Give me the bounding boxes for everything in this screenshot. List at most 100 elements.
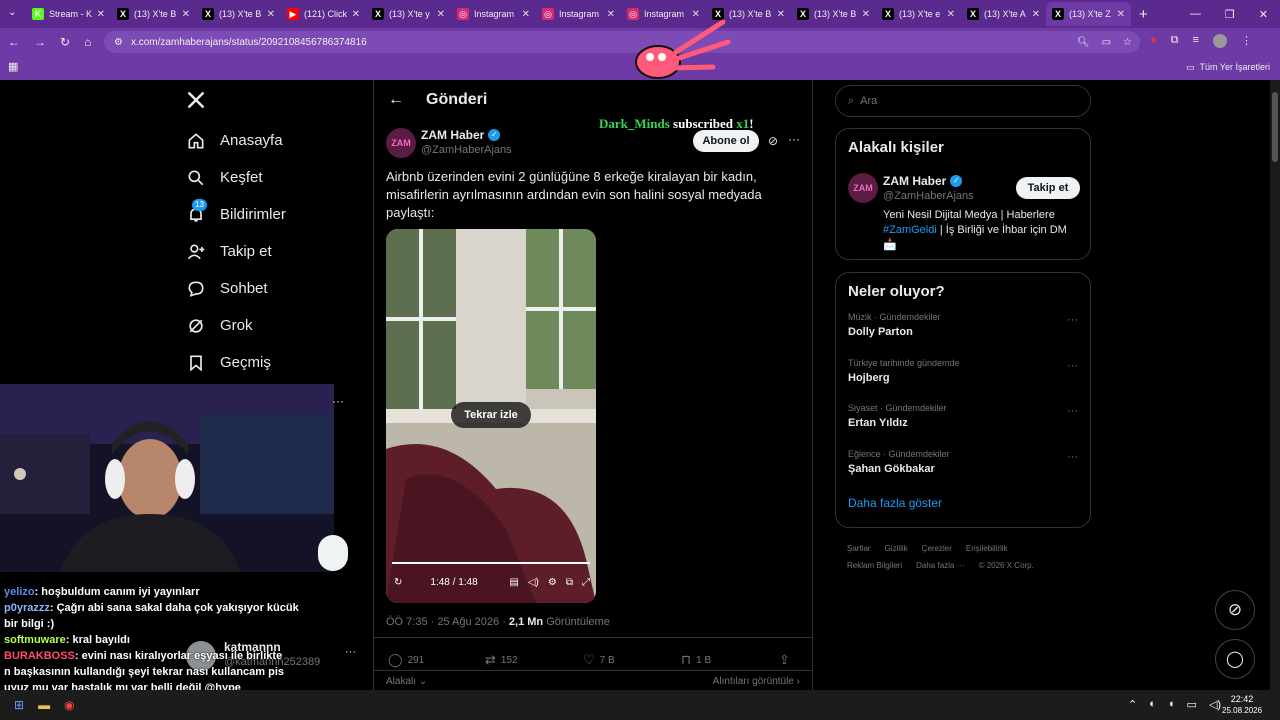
speaker-icon[interactable]: ◁) bbox=[1209, 698, 1221, 711]
messages-fab[interactable]: ◯ bbox=[1215, 639, 1255, 679]
trend-item[interactable]: Eğlence · Gündemdekiler Şahan Gökbakar ·… bbox=[848, 449, 1078, 495]
browser-tab[interactable]: X (13) X'te B ✕ bbox=[196, 2, 281, 26]
tab-close-icon[interactable]: ✕ bbox=[1032, 9, 1040, 20]
sidebar-item-bell[interactable]: 13 Bildirimler bbox=[186, 196, 286, 233]
sidebar-item-follow[interactable]: Takip et bbox=[186, 233, 286, 270]
more-icon[interactable]: ··· bbox=[332, 394, 344, 408]
footer-link[interactable]: Erişilebilirlik bbox=[966, 544, 1008, 553]
more-icon[interactable]: ··· bbox=[1067, 405, 1078, 417]
trend-item[interactable]: Siyaset · Gündemdekiler Ertan Yıldız ··· bbox=[848, 403, 1078, 449]
replay-button[interactable]: Tekrar izle bbox=[451, 402, 531, 428]
tab-close-icon[interactable]: ✕ bbox=[947, 9, 955, 20]
tray-chevron-icon[interactable]: ⌃ bbox=[1128, 698, 1137, 711]
tab-close-icon[interactable]: ✕ bbox=[267, 9, 275, 20]
browser-tab[interactable]: X (13) X'te Z ✕ bbox=[1046, 2, 1131, 26]
reload-button[interactable]: ↻ bbox=[60, 35, 70, 49]
all-bookmarks[interactable]: ▭ Tüm Yer İşaretleri bbox=[1186, 62, 1270, 73]
forward-button[interactable]: → bbox=[34, 35, 46, 49]
chrome-icon[interactable]: ◉ bbox=[64, 698, 74, 712]
footer-link[interactable]: Reklam Bilgileri bbox=[847, 561, 902, 570]
captions-icon[interactable]: ▤ bbox=[509, 577, 518, 588]
browser-tab[interactable]: K Stream - K ✕ bbox=[26, 2, 111, 26]
like-button[interactable]: ♡ 7 B bbox=[583, 652, 681, 668]
sidebar-item-search[interactable]: Keşfet bbox=[186, 159, 286, 196]
bookmark-button[interactable]: ⊓ 1 B bbox=[681, 652, 779, 668]
sidebar-item-grok[interactable]: Grok bbox=[186, 307, 286, 344]
media-icon[interactable]: ≡ bbox=[1193, 34, 1199, 48]
profile-avatar[interactable] bbox=[1212, 34, 1227, 48]
trend-item[interactable]: Müzik · Gündemdekiler Dolly Parton ··· bbox=[848, 312, 1078, 358]
footer-link[interactable]: © 2026 X Corp. bbox=[979, 561, 1034, 570]
x-logo-icon[interactable] bbox=[186, 80, 286, 122]
hashtag-link[interactable]: #ZamGeldi bbox=[883, 224, 937, 236]
share-icon[interactable]: ⇪ bbox=[779, 652, 790, 668]
tab-close-icon[interactable]: ✕ bbox=[862, 9, 870, 20]
tab-search-icon[interactable]: ⌄ bbox=[8, 7, 16, 18]
browser-tab[interactable]: ◎ Instagram ✕ bbox=[536, 2, 621, 26]
clock[interactable]: 22:42 25.08.2026 bbox=[1222, 694, 1262, 716]
author-handle[interactable]: @ZamHaberAjans bbox=[421, 144, 512, 156]
fullscreen-icon[interactable]: ⤢ bbox=[582, 577, 590, 588]
subscribe-button[interactable]: Abone ol bbox=[693, 130, 759, 152]
extension-icon[interactable]: ● bbox=[1150, 34, 1157, 48]
grok-fab[interactable]: ⊘ bbox=[1215, 590, 1255, 630]
pip-icon[interactable]: ⧉ bbox=[566, 577, 573, 588]
browser-tab[interactable]: X (13) X'te A ✕ bbox=[961, 2, 1046, 26]
repost-button[interactable]: ⇄ 152 bbox=[485, 652, 583, 668]
tab-close-icon[interactable]: ✕ bbox=[437, 9, 445, 20]
tab-close-icon[interactable]: ✕ bbox=[97, 9, 105, 20]
video-progress-track[interactable] bbox=[392, 562, 590, 564]
browser-tab[interactable]: X (13) X'te B ✕ bbox=[111, 2, 196, 26]
settings-icon[interactable]: ⚙ bbox=[548, 577, 557, 588]
sidebar-item-home[interactable]: Anasayfa bbox=[186, 122, 286, 159]
tab-close-icon[interactable]: ✕ bbox=[1117, 9, 1125, 20]
home-button[interactable]: ⌂ bbox=[84, 35, 91, 49]
browser-tab[interactable]: X (13) X'te e ✕ bbox=[876, 2, 961, 26]
browser-tab[interactable]: X (13) X'te B ✕ bbox=[791, 2, 876, 26]
scrollbar-thumb[interactable] bbox=[1272, 92, 1278, 162]
show-more-link[interactable]: Daha fazla göster bbox=[848, 496, 1078, 510]
explorer-icon[interactable]: ▬ bbox=[38, 698, 50, 712]
back-button[interactable]: ← bbox=[8, 35, 20, 49]
menu-icon[interactable]: ⋮ bbox=[1241, 34, 1252, 48]
author-name[interactable]: ZAM Haber bbox=[421, 128, 484, 142]
more-icon[interactable]: ··· bbox=[788, 132, 800, 146]
browser-tab[interactable]: ◎ Instagram ✕ bbox=[451, 2, 536, 26]
back-arrow-icon[interactable]: ← bbox=[388, 91, 404, 109]
zoom-icon[interactable]: 🔍︎ bbox=[1077, 37, 1090, 48]
trend-item[interactable]: Türkiye tarihinde gündemde Hojberg ··· bbox=[848, 358, 1078, 404]
avatar[interactable]: ZAM bbox=[848, 173, 878, 203]
tab-close-icon[interactable]: ✕ bbox=[352, 9, 360, 20]
more-icon[interactable]: ··· bbox=[1067, 451, 1078, 463]
more-icon[interactable]: ··· bbox=[1067, 314, 1078, 326]
site-info-icon[interactable]: ⚙ bbox=[114, 37, 123, 48]
reply-button[interactable]: ◯ 291 bbox=[388, 652, 485, 668]
grok-summary-icon[interactable]: ⊘ bbox=[768, 134, 778, 148]
browser-tab[interactable]: ▶ (121) Click ✕ bbox=[281, 2, 366, 26]
apps-icon[interactable]: ▦ bbox=[8, 60, 18, 73]
cast-icon[interactable]: ▭ bbox=[1102, 37, 1111, 48]
post-button-partial[interactable] bbox=[318, 535, 348, 571]
quotes-link[interactable]: Alıntıları görüntüle › bbox=[713, 676, 800, 687]
mic-icon[interactable]: ◖ bbox=[1168, 698, 1175, 711]
related-name[interactable]: ZAM Haber bbox=[883, 174, 946, 188]
footer-link[interactable]: Daha fazla ··· bbox=[916, 561, 964, 570]
replay-icon[interactable]: ↻ bbox=[394, 577, 402, 588]
puzzle-icon[interactable]: ⧉ bbox=[1171, 34, 1179, 48]
tab-close-icon[interactable]: ✕ bbox=[607, 9, 615, 20]
tab-close-icon[interactable]: ✕ bbox=[182, 9, 190, 20]
footer-link[interactable]: Şartlar bbox=[847, 544, 871, 553]
follow-button[interactable]: Takip et bbox=[1016, 177, 1080, 199]
maximize-button[interactable]: ❐ bbox=[1225, 8, 1235, 21]
footer-link[interactable]: Gizlilik bbox=[885, 544, 908, 553]
address-bar[interactable]: ⚙ x.com/zamhaberajans/status/20921084567… bbox=[104, 31, 1140, 53]
windows-start-icon[interactable]: ⊞ bbox=[14, 698, 24, 712]
video-player[interactable]: Tekrar izle ↻ 1:48 / 1:48 ▤ ◁) ⚙ ⧉ ⤢ bbox=[386, 229, 596, 603]
sidebar-item-bookmark[interactable]: Geçmiş bbox=[186, 344, 286, 381]
star-icon[interactable]: ☆ bbox=[1123, 37, 1132, 48]
search-input[interactable]: ⌕ Ara bbox=[835, 85, 1091, 117]
browser-tab[interactable]: X (13) X'te y ✕ bbox=[366, 2, 451, 26]
volume-icon[interactable]: ◁) bbox=[528, 577, 539, 588]
tab-close-icon[interactable]: ✕ bbox=[522, 9, 530, 20]
more-icon[interactable]: ··· bbox=[1067, 360, 1078, 372]
